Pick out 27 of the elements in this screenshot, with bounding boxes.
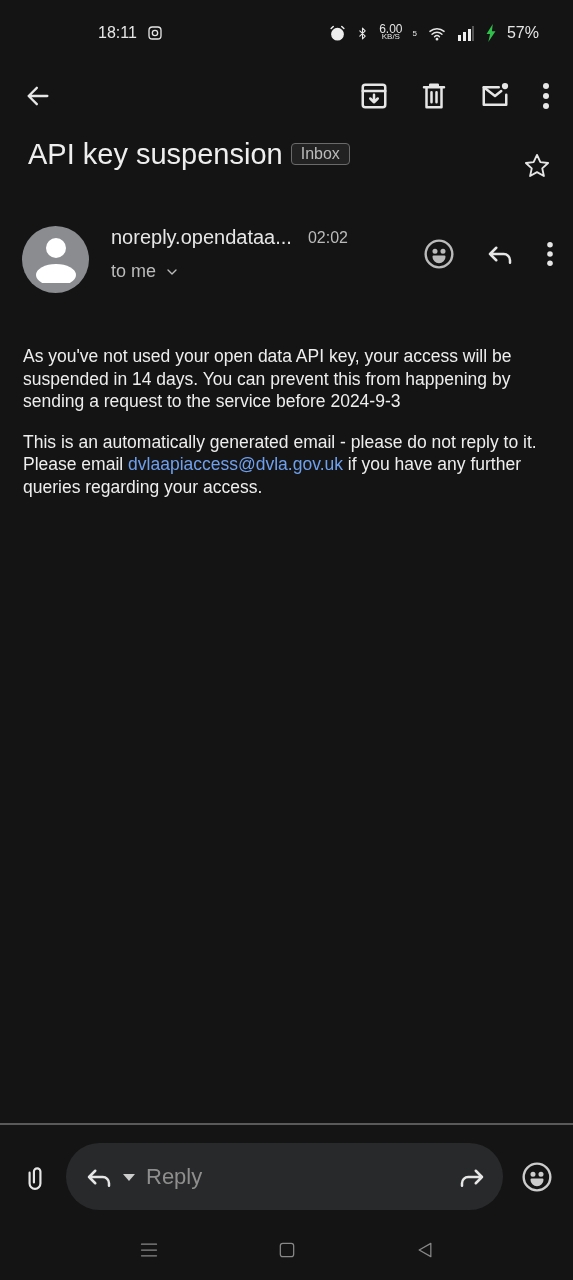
clock: 18:11 [98, 24, 137, 42]
wifi-band-label: 5 [412, 28, 417, 38]
star-icon [523, 152, 551, 180]
smiley-icon [521, 1160, 553, 1193]
more-icon [545, 241, 555, 267]
smiley-icon [423, 238, 455, 270]
recipient-toggle[interactable]: to me [111, 261, 348, 282]
body-paragraph: This is an automatically generated email - please do not reply to it. Please email dvlaapiaccess@dvla.gov.uk if you have any further queries regarding your access. [23, 430, 538, 498]
body-paragraph: As you've not used your open data API key, your access will be suspended in 14 days. You can prevent this from happening by sending a request to the service before 2024-9-3 [23, 345, 513, 413]
signal-icon [456, 25, 475, 41]
charging-icon [484, 24, 497, 42]
archive-icon [359, 81, 389, 111]
network-speed: 6.00 [379, 25, 403, 33]
inbox-label[interactable]: Inbox [290, 143, 350, 165]
speed-unit: KB/S [381, 33, 400, 41]
person-icon [33, 236, 78, 283]
camera-icon [146, 25, 163, 41]
reply-field[interactable]: Reply [66, 1143, 503, 1210]
dropdown-caret-icon [122, 1171, 136, 1182]
reply-input[interactable]: Reply [144, 1162, 449, 1191]
email-subject: API key suspension [28, 138, 283, 171]
more-icon [541, 82, 551, 110]
battery-level: 57% [506, 24, 539, 42]
sender-name: noreply.opendataa... [111, 226, 292, 249]
alarm-icon [329, 24, 347, 42]
email-link[interactable]: dvlaapiaccess@dvla.gov.uk [128, 454, 343, 474]
message-time: 02:02 [307, 228, 348, 247]
